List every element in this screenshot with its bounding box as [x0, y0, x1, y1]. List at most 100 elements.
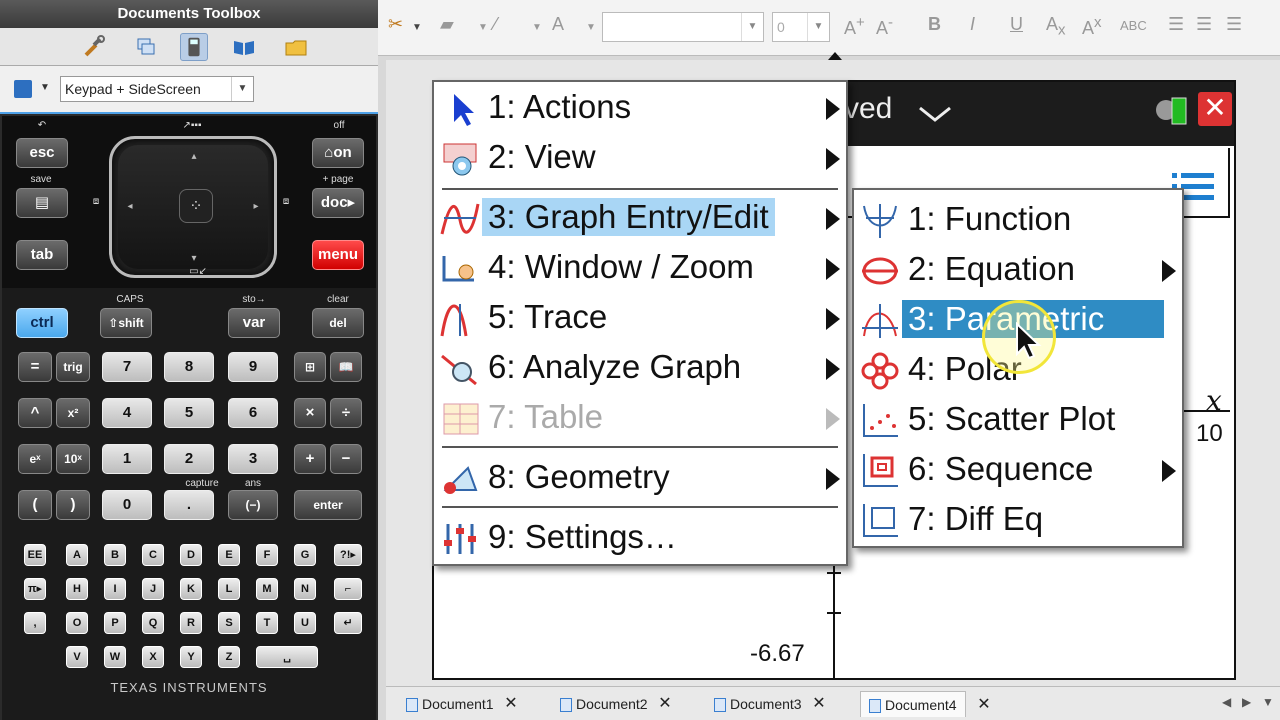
key-2[interactable]: 2: [164, 444, 214, 474]
increase-font-icon[interactable]: A+: [844, 14, 865, 39]
key-1[interactable]: 1: [102, 444, 152, 474]
title-dropdown-icon[interactable]: [918, 104, 952, 124]
key-9[interactable]: 9: [228, 352, 278, 382]
alpha-key[interactable]: T: [256, 612, 278, 634]
plus-key[interactable]: +: [294, 444, 326, 474]
submenu-item-scatter-plot[interactable]: 5: Scatter Plot: [854, 396, 1182, 446]
alpha-key[interactable]: X: [142, 646, 164, 668]
chevron-down-icon[interactable]: ▼: [478, 22, 488, 33]
alpha-key[interactable]: D: [180, 544, 202, 566]
tab-document1[interactable]: Document1 ✕: [406, 691, 518, 717]
folder-icon[interactable]: [282, 33, 310, 61]
alpha-key[interactable]: O: [66, 612, 88, 634]
alpha-key[interactable]: EE: [24, 544, 46, 566]
x-squared-key[interactable]: x²: [56, 398, 90, 428]
alpha-key[interactable]: I: [104, 578, 126, 600]
alpha-key[interactable]: V: [66, 646, 88, 668]
enter-key[interactable]: enter: [294, 490, 362, 520]
touchpad[interactable]: ▴ ▾ ◂ ▸ ⁘: [109, 136, 277, 278]
close-icon[interactable]: ✕: [658, 691, 671, 717]
align-left-icon[interactable]: ☰: [1168, 14, 1184, 35]
left-paren-key[interactable]: (: [18, 490, 52, 520]
decrease-font-icon[interactable]: A-: [876, 14, 893, 39]
templates-key[interactable]: ⊞: [294, 352, 326, 382]
alpha-key[interactable]: A: [66, 544, 88, 566]
key-0[interactable]: 0: [102, 490, 152, 520]
tab-scroll-right-icon[interactable]: ▶: [1242, 695, 1251, 709]
chevron-down-icon[interactable]: ▼: [412, 22, 422, 33]
alpha-key[interactable]: M: [256, 578, 278, 600]
alpha-key[interactable]: H: [66, 578, 88, 600]
key-7[interactable]: 7: [102, 352, 152, 382]
submenu-item-equation[interactable]: 2: Equation: [854, 246, 1182, 296]
alpha-key[interactable]: π▸: [24, 578, 46, 600]
spell-check-icon[interactable]: ABC: [1120, 18, 1147, 33]
submenu-item-function[interactable]: 1: Function: [854, 196, 1182, 246]
menu-item-actions[interactable]: 1: Actions: [434, 84, 846, 134]
italic-icon[interactable]: I: [970, 14, 975, 35]
touchpad-surface[interactable]: ▴ ▾ ◂ ▸ ⁘: [118, 145, 268, 269]
alpha-key[interactable]: F: [256, 544, 278, 566]
chevron-down-icon[interactable]: ▼: [586, 22, 596, 33]
tools-icon[interactable]: [80, 33, 108, 61]
key-6[interactable]: 6: [228, 398, 278, 428]
alpha-key[interactable]: ?!▸: [334, 544, 362, 566]
submenu-item-sequence[interactable]: 6: Sequence: [854, 446, 1182, 496]
esc-key[interactable]: esc: [16, 138, 68, 168]
decimal-key[interactable]: .: [164, 490, 214, 520]
font-family-select[interactable]: ▼: [602, 12, 764, 42]
save-key[interactable]: ▤: [16, 188, 68, 218]
del-key[interactable]: del: [312, 308, 364, 338]
chevron-down-icon[interactable]: ▼: [532, 22, 542, 33]
menu-item-graph-entry-edit[interactable]: 3: Graph Entry/Edit: [434, 194, 846, 244]
shift-key[interactable]: ⇧shift: [100, 308, 152, 338]
text-color-icon[interactable]: A: [552, 14, 564, 35]
bold-icon[interactable]: B: [928, 14, 941, 35]
alpha-key[interactable]: G: [294, 544, 316, 566]
line-color-icon[interactable]: ⁄: [494, 14, 497, 35]
alpha-key[interactable]: P: [104, 612, 126, 634]
divide-key[interactable]: ÷: [330, 398, 362, 428]
subscript-icon[interactable]: Ax: [1046, 14, 1066, 39]
alpha-key[interactable]: Q: [142, 612, 164, 634]
alpha-key[interactable]: W: [104, 646, 126, 668]
multiply-key[interactable]: ×: [294, 398, 326, 428]
submenu-item-diff-eq[interactable]: 7: Diff Eq: [854, 496, 1182, 546]
menu-item-geometry[interactable]: 8: Geometry: [434, 454, 846, 504]
menu-item-analyze-graph[interactable]: 6: Analyze Graph: [434, 344, 846, 394]
alpha-key[interactable]: S: [218, 612, 240, 634]
close-icon[interactable]: ✕: [504, 691, 517, 717]
alpha-key[interactable]: C: [142, 544, 164, 566]
alpha-key[interactable]: ↵: [334, 612, 362, 634]
minus-key[interactable]: −: [330, 444, 362, 474]
keypad-view-select[interactable]: Keypad + SideScreen ▼: [60, 76, 254, 102]
align-center-icon[interactable]: ☰: [1196, 14, 1212, 35]
alpha-key[interactable]: U: [294, 612, 316, 634]
var-key[interactable]: var: [228, 308, 280, 338]
key-4[interactable]: 4: [102, 398, 152, 428]
alpha-key[interactable]: Y: [180, 646, 202, 668]
menu-item-trace[interactable]: 5: Trace: [434, 294, 846, 344]
tab-scroll-left-icon[interactable]: ◀: [1222, 695, 1231, 709]
close-icon[interactable]: ✕: [812, 691, 825, 717]
tab-key[interactable]: tab: [16, 240, 68, 270]
font-size-select[interactable]: 0 ▼: [772, 12, 830, 42]
align-right-icon[interactable]: ☰: [1226, 14, 1242, 35]
content-explorer-icon[interactable]: [230, 33, 258, 61]
close-icon[interactable]: ✕: [977, 692, 990, 718]
alpha-key[interactable]: L: [218, 578, 240, 600]
alpha-key[interactable]: J: [142, 578, 164, 600]
menu-item-window-zoom[interactable]: 4: Window / Zoom: [434, 244, 846, 294]
trig-key[interactable]: trig: [56, 352, 90, 382]
menu-item-settings[interactable]: 9: Settings…: [434, 514, 846, 564]
close-icon[interactable]: ✕: [1198, 92, 1232, 126]
alpha-key[interactable]: ,: [24, 612, 46, 634]
right-paren-key[interactable]: ): [56, 490, 90, 520]
key-3[interactable]: 3: [228, 444, 278, 474]
catalog-key[interactable]: 📖: [330, 352, 362, 382]
click-center-icon[interactable]: ⁘: [179, 189, 213, 223]
exp-key[interactable]: eˣ: [18, 444, 52, 474]
ctrl-key[interactable]: ctrl: [16, 308, 68, 338]
key-5[interactable]: 5: [164, 398, 214, 428]
caret-key[interactable]: ^: [18, 398, 52, 428]
